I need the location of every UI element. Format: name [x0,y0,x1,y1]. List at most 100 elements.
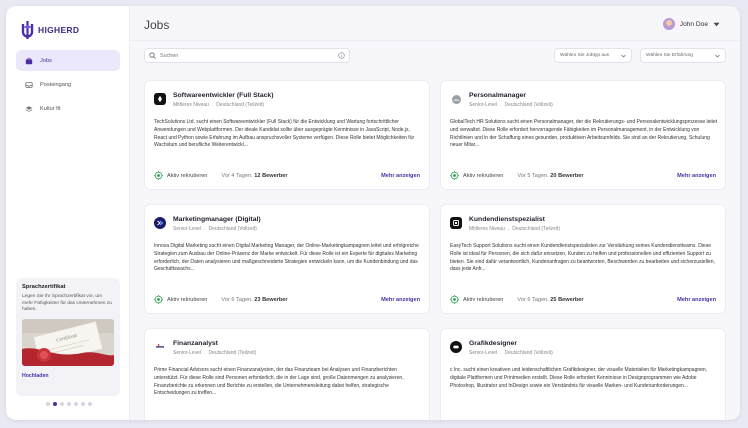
job-meta: Mittleres Niveau. Deutschland (Teilzeit) [469,226,561,232]
sidebar-nav: Jobs Posteingang Kultur fit [16,50,120,123]
sidebar: HIGHERD Jobs Posteingang Kultur fit Spra… [6,6,130,420]
job-title: Marketingmanager (Digital) [173,216,261,223]
job-level: Senior-Level [469,102,498,108]
carousel-dot[interactable] [74,402,78,406]
page-title: Jobs [144,18,170,32]
status-text: Aktiv rekrutieren [463,296,504,303]
carousel-dot[interactable] [67,402,71,406]
job-card[interactable]: Grafikdesigner Senior-Level. Deutschland … [440,328,726,420]
chevron-down-icon [621,54,626,57]
posted-info: Vor 5 Tagen. 20 Bewerber [517,173,583,179]
job-level: Mittleres Niveau [173,102,209,108]
company-logo [450,217,462,229]
job-level: Mittleres Niveau [469,226,505,232]
recruiting-status: Aktiv rekrutieren [450,171,503,180]
job-description: EasyTech Support Solutions sucht einen K… [450,243,715,273]
job-title: Softwareentwickler (Full Stack) [173,92,274,99]
job-title: Personalmanager [469,92,527,99]
posted-info: Vor 6 Tagen. 23 Bewerber [221,297,287,303]
job-description: c Inc. sucht einen kreativen und leidens… [450,367,708,389]
carousel-dot[interactable] [81,402,85,406]
job-card[interactable]: Finanzanalyst Senior-Level. Deutschland (… [144,328,430,420]
job-type-select[interactable]: Wählen Sie Jobtyp aus [554,48,632,63]
posted-date: Vor 6 Tagen. [221,296,253,303]
experience-select[interactable]: Wählen Sie Erfahrung [640,48,726,63]
job-footer: Aktiv rekrutieren Vor 6 Tagen. 25 Bewerb… [450,295,716,304]
target-icon [450,295,459,304]
header-divider [130,40,740,41]
sidebar-item-label: Posteingang [40,82,72,88]
sidebar-item-jobs[interactable]: Jobs [16,50,120,71]
job-card[interactable]: Softwareentwickler (Full Stack) Mittlere… [144,80,430,190]
promo-text: Legen Sie Ihr Sprachzertifikat vor, um m… [22,294,112,312]
company-logo [450,341,462,353]
status-text: Aktiv rekrutieren [167,172,208,179]
sidebar-item-label: Kultur fit [40,106,61,112]
search-input[interactable] [160,52,338,59]
job-title: Grafikdesigner [469,340,517,347]
target-icon [154,295,163,304]
job-level: Senior-Level [173,350,202,356]
recruiting-status: Aktiv rekrutieren [154,295,207,304]
show-more-link[interactable]: Mehr anzeigen [677,173,716,179]
carousel-dot[interactable] [60,402,64,406]
target-icon [450,171,459,180]
show-more-link[interactable]: Mehr anzeigen [677,297,716,303]
posted-date: Vor 5 Tagen. [517,172,549,179]
show-more-link[interactable]: Mehr anzeigen [381,297,420,303]
job-card[interactable]: Marketingmanager (Digital) Senior-Level.… [144,204,430,314]
job-title: Finanzanalyst [173,340,218,347]
job-description: Innova Digital Marketing sucht einen Dig… [154,243,419,273]
sidebar-item-label: Jobs [40,57,52,64]
applicant-count: 12 Bewerber [254,172,288,179]
carousel-dot[interactable] [88,402,92,406]
job-type-value: Wählen Sie Jobtyp aus [560,53,610,58]
carousel-dot-active[interactable] [53,402,57,406]
chevron-down-icon [715,54,720,57]
logo[interactable]: HIGHERD [21,21,79,39]
briefcase-icon [25,57,33,64]
applicant-count: 23 Bewerber [254,296,288,303]
sidebar-item-culture-fit[interactable]: Kultur fit [16,99,120,119]
job-level: Senior-Level [173,226,202,232]
job-location: Deutschland (Vollzeit) [208,226,257,232]
logo-icon [21,21,34,39]
search-box[interactable] [144,48,350,63]
app-name: HIGHERD [38,25,80,35]
inbox-icon [25,82,33,88]
company-logo [154,341,166,353]
certificate-promo: Sprachzertifikat Legen Sie Ihr Sprachzer… [16,278,120,396]
job-meta: Senior-Level. Deutschland (Teilzeit) [173,350,257,356]
posted-date: Vor 6 Tagen. [517,296,549,303]
carousel-dot[interactable] [46,402,50,406]
company-logo [154,217,166,229]
recruiting-status: Aktiv rekrutieren [154,171,207,180]
job-level: Senior-Level [469,350,498,356]
job-meta: Mittleres Niveau. Deutschland (Teilzeit) [173,102,265,108]
job-location: Deutschland (Vollzeit) [504,102,553,108]
info-icon[interactable] [338,52,345,59]
company-logo [450,93,462,105]
certificate-image: Certificate [22,318,114,366]
show-more-link[interactable]: Mehr anzeigen [381,173,420,179]
user-name: John Doe [679,20,708,28]
job-description: Prime Financial Advisors sucht einen Fin… [154,367,404,397]
job-description: GlobalTech HR Solutions sucht einen Pers… [450,119,718,149]
posted-info: Vor 6 Tagen. 25 Bewerber [517,297,583,303]
job-location: Deutschland (Teilzeit) [208,350,257,356]
job-footer: Aktiv rekrutieren Vor 5 Tagen. 20 Bewerb… [450,171,716,180]
user-menu[interactable]: John Doe [662,18,720,30]
job-meta: Senior-Level. Deutschland (Vollzeit) [469,350,553,356]
status-text: Aktiv rekrutieren [463,172,504,179]
upload-link[interactable]: Hochladen [22,373,114,379]
job-meta: Senior-Level. Deutschland (Vollzeit) [173,226,257,232]
promo-title: Sprachzertifikat [22,284,66,290]
experience-value: Wählen Sie Erfahrung [646,53,693,58]
caret-down-icon [713,22,720,26]
job-card[interactable]: Personalmanager Senior-Level. Deutschland… [440,80,726,190]
sidebar-item-inbox[interactable]: Posteingang [16,75,120,95]
posted-info: Vor 4 Tagen. 12 Bewerber [221,173,287,179]
job-meta: Senior-Level. Deutschland (Vollzeit) [469,102,553,108]
job-card[interactable]: Kundendienstspezialist Mittleres Niveau.… [440,204,726,314]
avatar [662,18,675,30]
